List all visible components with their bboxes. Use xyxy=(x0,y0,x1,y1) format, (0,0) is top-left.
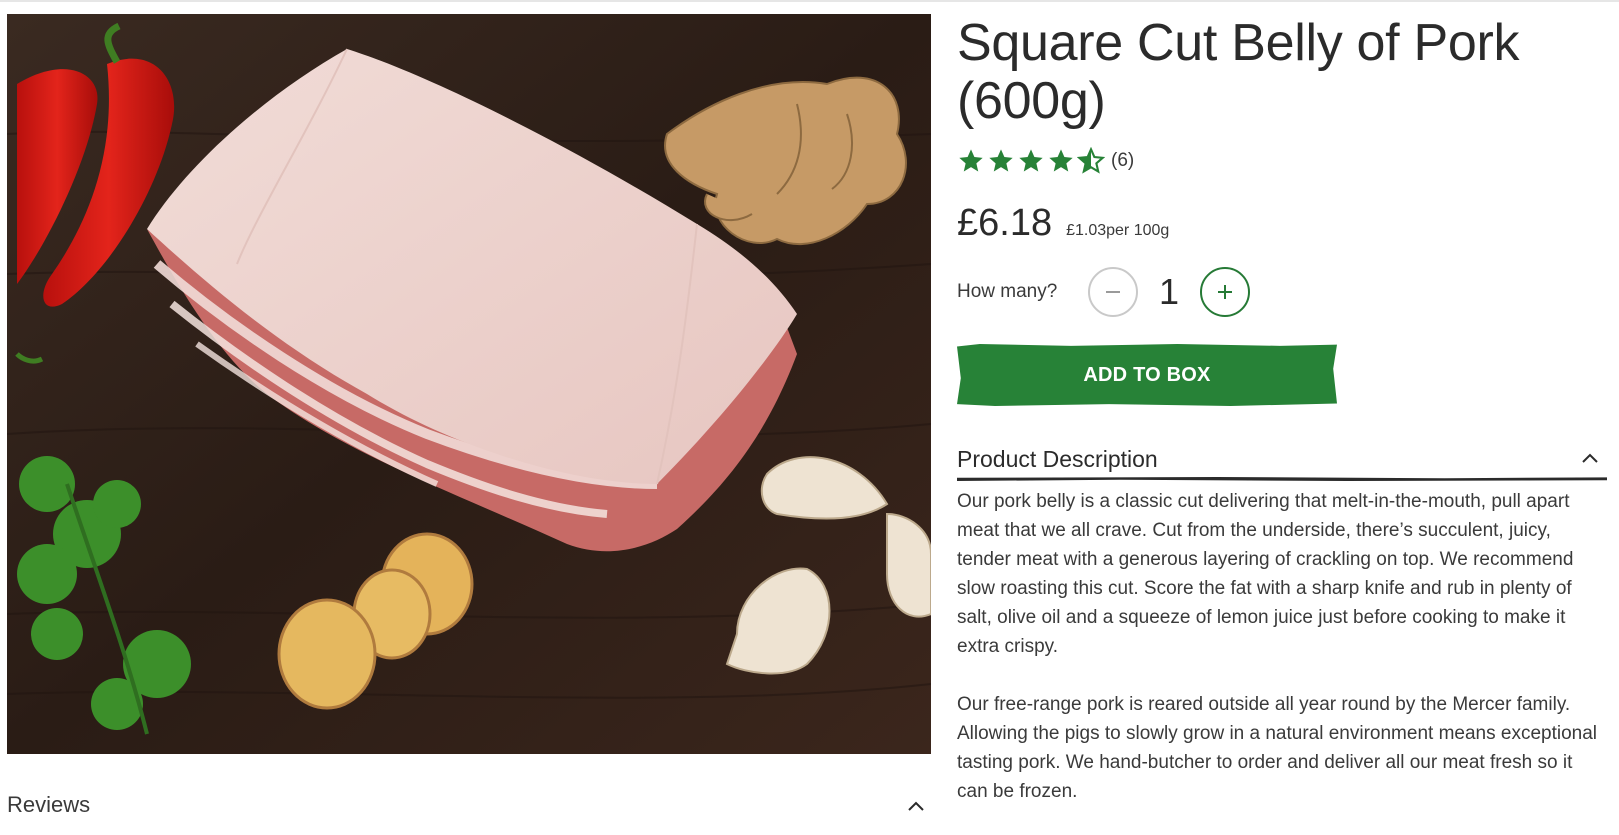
price: £6.18 xyxy=(957,202,1053,244)
decrement-button[interactable] xyxy=(1088,267,1138,317)
description-accordion-header[interactable]: Product Description xyxy=(957,446,1607,480)
quantity-value: 1 xyxy=(1158,271,1180,312)
product-rating[interactable]: (6) xyxy=(957,146,1134,176)
add-to-box-button[interactable]: ADD TO BOX xyxy=(957,344,1337,406)
unit-price: £1.03per 100g xyxy=(1066,222,1170,239)
chevron-up-icon xyxy=(1582,453,1598,463)
rating-count[interactable]: (6) xyxy=(1111,150,1134,172)
star-half-icon xyxy=(1077,147,1105,174)
rating-stars xyxy=(957,147,1105,175)
description-paragraph: Our pork belly is a classic cut deliveri… xyxy=(957,491,1574,657)
star-full-icon xyxy=(1019,149,1043,172)
star-full-icon xyxy=(1049,149,1073,172)
plus-icon xyxy=(1218,285,1232,299)
product-title: Square Cut Belly of Pork (600g) xyxy=(957,14,1520,130)
price-row: £6.18 £1.03per 100g xyxy=(957,202,1169,245)
reviews-accordion-header[interactable]: Reviews xyxy=(7,792,931,826)
quantity-stepper: How many? 1 xyxy=(957,267,1250,317)
star-full-icon xyxy=(989,149,1013,172)
reviews-title: Reviews xyxy=(7,792,91,817)
quantity-label: How many? xyxy=(957,281,1058,302)
description-body: Our pork belly is a classic cut deliveri… xyxy=(957,487,1607,835)
top-divider xyxy=(0,0,1619,2)
increment-button[interactable] xyxy=(1200,267,1250,317)
product-image xyxy=(7,14,931,754)
description-title: Product Description xyxy=(957,446,1158,472)
description-paragraph: Our free-range pork is reared outside al… xyxy=(957,694,1598,802)
chevron-up-icon xyxy=(908,801,924,811)
star-full-icon xyxy=(959,149,983,172)
minus-icon xyxy=(1106,291,1120,293)
